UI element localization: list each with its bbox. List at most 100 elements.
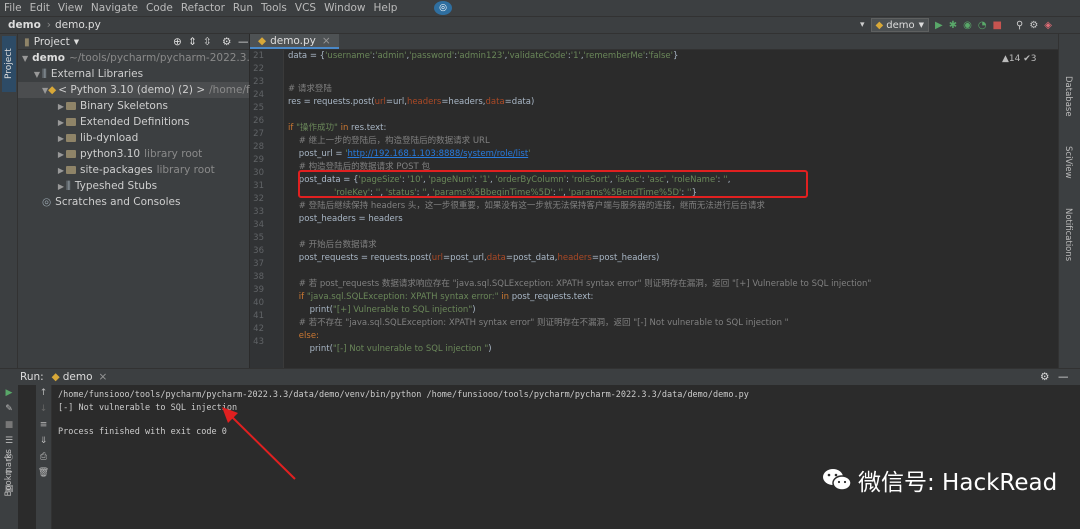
wechat-icon (823, 469, 852, 491)
folder-icon (66, 118, 76, 126)
expand-all-icon[interactable]: ⇕ (188, 36, 197, 48)
menu-run[interactable]: Run (233, 2, 253, 14)
screenshot-icon[interactable]: ◎ (434, 1, 452, 15)
python-file-icon: ◆ (258, 34, 267, 47)
tree-item-python310[interactable]: ▶ python3.10 library root (18, 146, 249, 162)
line-number: 41 (253, 311, 264, 321)
tree-item-note: library root (144, 148, 203, 160)
vcs-icon[interactable]: ▾ (860, 20, 865, 30)
run-panel: Run: ◆ demo × ⚙ — ▶ ✎ ■ ☰ ⎙ ✑ ▤ Bookmark… (0, 368, 1080, 529)
code-line: # 继上一步的登陆后，构造登陆后的数据请求 URL (288, 136, 490, 146)
breadcrumb-file[interactable]: demo.py (55, 19, 101, 31)
project-tool-tab[interactable]: Project (2, 36, 16, 92)
notifications-tool-tab[interactable]: Notifications (1063, 208, 1073, 261)
line-number: 26 (253, 116, 264, 126)
menu-tools[interactable]: Tools (261, 2, 287, 14)
settings-icon[interactable]: ⚙ (1029, 20, 1038, 31)
code-line: # 若 post_requests 数据请求响应存在 "java.sql.SQL… (288, 279, 872, 289)
jetbrains-icon[interactable]: ◈ (1044, 20, 1052, 31)
code-line: post_headers = headers (288, 214, 403, 224)
line-number: 43 (253, 337, 264, 347)
menu-file[interactable]: File (4, 2, 22, 14)
code-line: # 请求登陆 (288, 84, 332, 94)
search-icon[interactable]: ⚲ (1016, 20, 1023, 31)
project-panel-header: ▮ Project ▼ ⊕ ⇕ ⇳ ⚙ — (18, 34, 249, 50)
tree-item-python-sdk[interactable]: ▼ ◆ < Python 3.10 (demo) (2) > /home/fun… (18, 82, 320, 98)
breadcrumb-project[interactable]: demo (8, 19, 41, 31)
tree-item-demo[interactable]: ▼ demo ~/tools/pycharm/pycharm-2022.3.3/… (18, 50, 300, 66)
collapse-all-icon[interactable]: ⇳ (203, 36, 212, 48)
chevron-right-icon[interactable]: ▶ (56, 118, 66, 127)
chevron-right-icon[interactable]: ▶ (56, 134, 66, 143)
coverage-icon[interactable]: ◉ (963, 20, 972, 31)
tab-demo-py[interactable]: ◆ demo.py × (250, 34, 339, 49)
run-config-label: demo (886, 19, 915, 31)
chevron-down-icon[interactable]: ▼ (74, 38, 79, 46)
tree-item-label: demo (32, 52, 65, 64)
menu-window[interactable]: Window (324, 2, 365, 14)
code-area[interactable]: data = {'username':'admin','password':'a… (288, 50, 1056, 368)
chevron-down-icon: ▼ (918, 21, 924, 29)
database-tool-tab[interactable]: Database (1063, 76, 1073, 117)
gear-icon[interactable]: ⚙ (222, 36, 231, 48)
tree-item-binary-skeletons[interactable]: ▶ Binary Skeletons (18, 98, 249, 114)
menu-view[interactable]: View (58, 2, 83, 14)
tree-item-extended-definitions[interactable]: ▶ Extended Definitions (18, 114, 249, 130)
folder-icon (66, 102, 76, 110)
tree-item-external-libraries[interactable]: ▼ ⫼ External Libraries (18, 66, 249, 82)
chevron-right-icon[interactable]: ▶ (56, 102, 66, 111)
chevron-right-icon[interactable]: ▶ (56, 182, 66, 191)
code-line: print("[-] Not vulnerable to SQL injecti… (288, 344, 492, 354)
tree-item-label: External Libraries (50, 68, 144, 80)
chevron-down-icon[interactable]: ▼ (32, 70, 42, 79)
sciview-tool-tab[interactable]: SciView (1063, 146, 1073, 179)
menu-edit[interactable]: Edit (30, 2, 50, 14)
tree-item-site-packages[interactable]: ▶ site-packages library root (18, 162, 249, 178)
code-line: if "操作成功" in res.text: (288, 123, 387, 133)
menu-navigate[interactable]: Navigate (91, 2, 138, 14)
line-number: 40 (253, 298, 264, 308)
line-number: 24 (253, 90, 264, 100)
line-number: 23 (253, 77, 264, 87)
menu-refactor[interactable]: Refactor (181, 2, 225, 14)
inspection-widget[interactable]: ▲14 ✔3 (1002, 54, 1037, 64)
locate-icon[interactable]: ⊕ (173, 36, 182, 48)
tree-item-label: lib-dynload (80, 132, 139, 144)
run-icon[interactable]: ▶ (935, 20, 943, 31)
library-icon: ⫼ (66, 179, 71, 192)
line-number: 36 (253, 246, 264, 256)
annotation-arrow (222, 407, 296, 480)
project-panel-title[interactable]: Project (34, 36, 70, 48)
code-line: if "java.sql.SQLException: XPATH syntax … (288, 292, 594, 302)
debug-icon[interactable]: ✱ (949, 20, 957, 31)
code-line: # 开始后台数据请求 (288, 240, 377, 250)
run-config-selector[interactable]: ◆ demo ▼ (870, 18, 929, 32)
python-icon: ◆ (875, 19, 884, 31)
line-number: 32 (253, 194, 264, 204)
tree-item-lib-dynload[interactable]: ▶ lib-dynload (18, 130, 249, 146)
code-line: # 登陆后继续保持 headers 头，这一步很重要，如果没有这一步就无法保持客… (288, 201, 765, 211)
menu-help[interactable]: Help (374, 2, 398, 14)
tree-item-label: Scratches and Consoles (55, 196, 181, 208)
menu-code[interactable]: Code (146, 2, 173, 14)
editor: ◆ demo.py × 21 22 23 24 25 26 27 28 29 30 31 32 33 34… (250, 34, 1058, 368)
chevron-right-icon[interactable]: ▶ (56, 166, 66, 175)
hide-icon[interactable]: — (238, 36, 249, 48)
line-number: 42 (253, 324, 264, 334)
menu-vcs[interactable]: VCS (295, 2, 316, 14)
python-icon: ◆ (48, 84, 57, 96)
code-line: data = {'username':'admin','password':'a… (288, 51, 679, 61)
inspection-counts: ▲14 ✔3 (1002, 54, 1037, 64)
tree-item-scratches[interactable]: ◎ Scratches and Consoles (18, 194, 249, 210)
chevron-right-icon[interactable]: ▶ (56, 150, 66, 159)
close-icon[interactable]: × (322, 35, 331, 47)
watermark: 微信号: HackRead (822, 463, 1057, 497)
profile-icon[interactable]: ◔ (978, 20, 987, 31)
project-tree: ▼ demo ~/tools/pycharm/pycharm-2022.3.3/… (18, 50, 320, 210)
line-number: 33 (253, 207, 264, 217)
stop-icon[interactable]: ■ (993, 20, 1002, 31)
line-number-gutter: 21 22 23 24 25 26 27 28 29 30 31 32 33 34 35 36 37 38 39 40… (250, 50, 284, 368)
tree-item-typeshed-stubs[interactable]: ▶ ⫼ Typeshed Stubs (18, 178, 249, 194)
chevron-down-icon[interactable]: ▼ (22, 54, 28, 63)
code-line: else: (288, 331, 319, 341)
